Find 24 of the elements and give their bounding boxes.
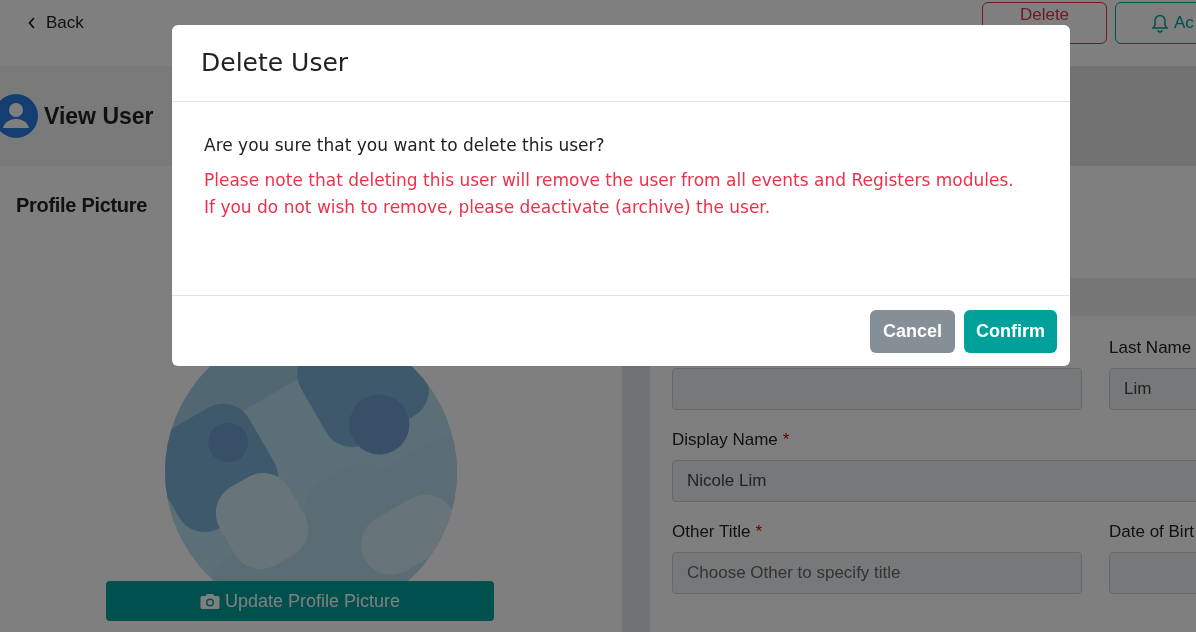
required-mark: * xyxy=(755,522,763,541)
notification-button[interactable]: Ac xyxy=(1115,2,1196,44)
camera-icon xyxy=(199,592,220,610)
page-title: View User xyxy=(44,101,154,131)
field-label: Last Name xyxy=(1109,338,1193,358)
field-label: Other Title * xyxy=(672,522,764,542)
dialog-title: Delete User xyxy=(201,47,349,80)
field-label: Date of Birt xyxy=(1109,522,1196,542)
confirm-button[interactable]: Confirm xyxy=(964,309,1057,353)
input-field[interactable]: Nicole Lim xyxy=(672,460,1196,502)
warning-text: Please note that deleting this user will remove the user from all events and Registers modules. xyxy=(204,169,1015,192)
warning-text: If you do not wish to remove, please deactivate (archive) the user. xyxy=(204,196,772,219)
confirmation-question: Are you sure that you want to delete this user? xyxy=(204,134,606,156)
cancel-button[interactable]: Cancel xyxy=(870,309,955,353)
chevron-left-icon xyxy=(28,16,36,29)
bell-icon xyxy=(1152,13,1168,33)
section-heading: Profile Picture xyxy=(16,193,148,218)
input-field[interactable]: Choose Other to specify title xyxy=(672,552,1082,594)
field-label: Display Name * xyxy=(672,430,791,450)
back-link[interactable]: Back xyxy=(28,10,84,36)
input-field[interactable] xyxy=(672,368,1082,410)
update-picture-button[interactable]: Update Profile Picture xyxy=(106,581,494,621)
input-field[interactable]: Lim xyxy=(1109,368,1196,410)
required-mark: * xyxy=(782,430,790,449)
